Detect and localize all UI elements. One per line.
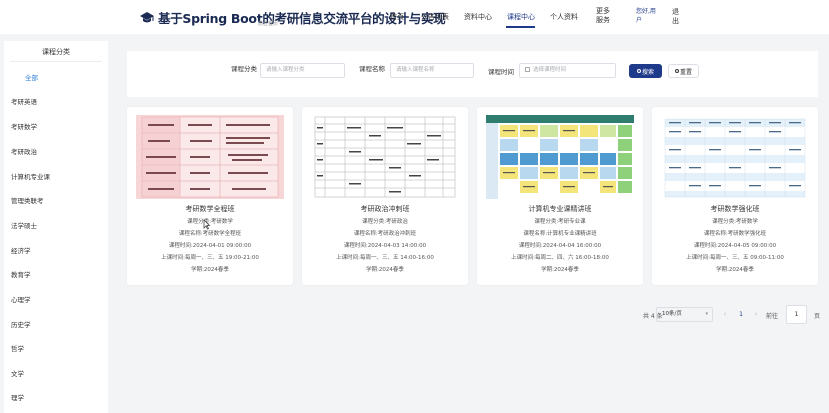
refresh-icon <box>674 69 679 73</box>
course-title: 考研数学强化班 <box>710 205 760 213</box>
category-sidebar: 课程分类 全部 考研英语 考研数学 考研政治 计算机专业课 管理类联考 法学硕士… <box>4 41 108 413</box>
name-filter-label: 课程名称 <box>359 65 385 73</box>
nav-home[interactable]: 首页 <box>390 12 404 22</box>
course-thumbnail <box>486 115 634 199</box>
search-button-label: 搜索 <box>641 68 654 76</box>
sidebar-item-all[interactable]: 全部 <box>25 72 38 82</box>
page-size-select[interactable]: 10条/页 ▾ <box>656 307 713 322</box>
course-time: 课程时间:2024-04-01 09:00:00 <box>168 243 252 249</box>
nav-logout[interactable]: 退出 <box>672 8 682 26</box>
reset-button-label: 重置 <box>679 68 692 76</box>
time-filter-label: 课程时间 <box>488 68 514 76</box>
sidebar-title: 课程分类 <box>42 48 70 56</box>
course-category: 课程分类:考研数学 <box>712 219 758 225</box>
name-filter-input[interactable]: 请输入课程名称 <box>390 63 474 78</box>
course-semester: 学期:2024春季 <box>366 267 404 273</box>
sidebar-item-psychology[interactable]: 心理学 <box>11 294 31 304</box>
course-time: 课程时间:2024-04-03 14:00:00 <box>343 243 427 249</box>
sidebar-item-management[interactable]: 管理类联考 <box>11 195 44 205</box>
goto-label: 前往 <box>766 313 779 320</box>
nav-materials[interactable]: 资料中心 <box>464 12 492 22</box>
page-size-value: 10条/页 <box>662 311 682 317</box>
class-time: 上课时间:每周二、四、六 16:00-18:00 <box>511 255 609 261</box>
class-time: 上课时间:每周一、三、五 09:00-11:00 <box>686 255 784 261</box>
calendar-icon <box>525 67 530 72</box>
mouse-cursor-icon <box>203 219 211 230</box>
chevron-left-icon: ‹ <box>723 310 727 318</box>
course-time: 课程时间:2024-04-05 09:00:00 <box>693 243 777 249</box>
sidebar-divider <box>10 61 102 62</box>
site-subtitle: 前台首页 <box>258 21 279 27</box>
chevron-down-icon: ▾ <box>705 311 708 317</box>
course-semester: 学期:2024春季 <box>716 267 754 273</box>
page-suffix: 页 <box>814 313 821 320</box>
category-filter-label: 课程分类 <box>231 65 257 73</box>
search-button[interactable]: 搜索 <box>629 64 662 78</box>
category-filter-input[interactable]: 请输入课程分类 <box>260 63 345 78</box>
sidebar-item-education[interactable]: 教育学 <box>11 269 31 279</box>
course-category: 课程分类:考研专业课 <box>534 219 586 225</box>
course-thumbnail <box>311 115 459 199</box>
top-navigation-bar: 基于Spring Boot的考研信息交流平台的设计与实现 前台首页 首页 公告列… <box>0 0 829 34</box>
course-category: 课程分类:考研政治 <box>362 219 408 225</box>
search-icon <box>636 69 641 73</box>
sidebar-item-law[interactable]: 法学硕士 <box>11 220 37 230</box>
course-thumbnail <box>136 115 284 199</box>
page-number-current[interactable]: 1 <box>735 307 747 322</box>
class-time: 上课时间:每周一、三、五 14:00-16:00 <box>336 255 434 261</box>
nav-profile[interactable]: 个人资料 <box>550 12 578 22</box>
course-thumbnail <box>661 115 809 199</box>
graduation-cap-icon <box>140 11 154 22</box>
sidebar-item-computer[interactable]: 计算机专业课 <box>11 171 50 181</box>
reset-button[interactable]: 重置 <box>668 64 699 78</box>
course-card[interactable]: 考研数学强化班 课程分类:考研数学 课程名称:考研数学强化班 课程时间:2024… <box>652 107 818 285</box>
course-card[interactable]: 计算机专业课精讲班 课程分类:考研专业课 课程名称:计算机专业课精讲班 课程时间… <box>477 107 643 285</box>
course-title: 计算机专业课精讲班 <box>528 205 592 213</box>
course-title: 考研数学全程班 <box>185 205 235 213</box>
course-name: 课程名称:考研数学全程班 <box>178 231 242 237</box>
sidebar-item-math[interactable]: 考研数学 <box>11 121 37 131</box>
course-card[interactable]: 考研数学全程班 课程分类:考研数学 课程名称:考研数学全程班 课程时间:2024… <box>127 107 293 285</box>
course-time: 课程时间:2024-04-04 16:00:00 <box>518 243 602 249</box>
course-name: 课程名称:计算机专业课精讲班 <box>523 231 597 237</box>
pagination: 共 4 条 10条/页 ▾ ‹ 1 › 前往 1 页 <box>0 305 829 325</box>
time-filter-picker[interactable]: 选择课程时间 <box>519 63 616 78</box>
next-page-button[interactable]: › <box>750 307 762 322</box>
course-name: 课程名称:考研数学强化班 <box>703 231 767 237</box>
sidebar-item-economics[interactable]: 经济学 <box>11 245 31 255</box>
sidebar-item-literature[interactable]: 文学 <box>11 368 24 378</box>
course-card[interactable]: 考研政治冲刺班 课程分类:考研政治 课程名称:考研政治冲刺班 课程时间:2024… <box>302 107 468 285</box>
course-semester: 学期:2024春季 <box>191 267 229 273</box>
course-name: 课程名称:考研政治冲刺班 <box>353 231 417 237</box>
sidebar-item-science[interactable]: 理学 <box>11 392 24 402</box>
course-semester: 学期:2024春季 <box>541 267 579 273</box>
active-nav-indicator <box>506 26 535 28</box>
prev-page-button[interactable]: ‹ <box>719 307 731 322</box>
class-time: 上课时间:每周一、三、五 19:00-21:00 <box>161 255 259 261</box>
sidebar-item-politics[interactable]: 考研政治 <box>11 146 37 156</box>
time-filter-placeholder: 选择课程时间 <box>533 67 567 73</box>
nav-courses[interactable]: 课程中心 <box>507 12 535 22</box>
nav-announcements[interactable]: 公告列表 <box>421 12 449 22</box>
nav-more-services[interactable]: 更多服务 <box>596 7 614 25</box>
goto-page-input[interactable]: 1 <box>786 305 807 324</box>
chevron-right-icon: › <box>754 310 758 318</box>
sidebar-item-english[interactable]: 考研英语 <box>11 96 37 106</box>
nav-user-greeting[interactable]: 您好,用户 <box>636 7 658 25</box>
course-title: 考研政治冲刺班 <box>360 205 410 213</box>
search-filter-panel: 课程分类 请输入课程分类 课程名称 请输入课程名称 课程时间 选择课程时间 搜索… <box>127 51 818 97</box>
sidebar-item-philosophy[interactable]: 哲学 <box>11 343 24 353</box>
